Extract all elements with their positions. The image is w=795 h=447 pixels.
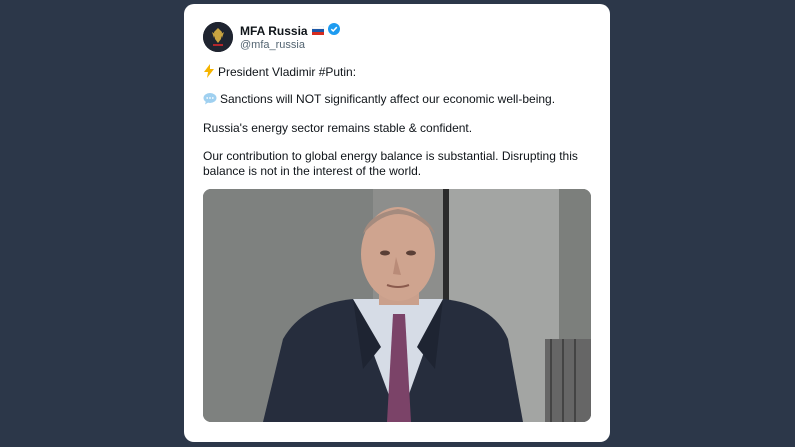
account-name[interactable]: MFA Russia [240,24,308,38]
tweet-line-3: Russia's energy sector remains stable & … [203,121,473,135]
tweet-media-image[interactable] [203,189,591,422]
tweet-line-1-text: President Vladimir #Putin: [218,65,357,79]
avatar[interactable] [203,22,233,52]
tweet-line-2-text: Sanctions will NOT significantly affect … [220,92,556,106]
speech-bubble-icon [203,92,217,109]
tweet-line-1: President Vladimir #Putin: [203,64,356,82]
lightning-icon [203,64,215,82]
russian-flag-icon [311,22,324,40]
account-name-row: MFA Russia [240,23,340,39]
account-handle[interactable]: @mfa_russia [240,39,305,51]
verified-badge-icon [327,22,340,40]
tweet-line-2: Sanctions will NOT significantly affect … [203,92,555,109]
tweet-card[interactable]: MFA Russia @mfa_russia President Vladimi… [184,4,610,442]
tweet-line-4: Our contribution to global energy balanc… [203,149,578,178]
